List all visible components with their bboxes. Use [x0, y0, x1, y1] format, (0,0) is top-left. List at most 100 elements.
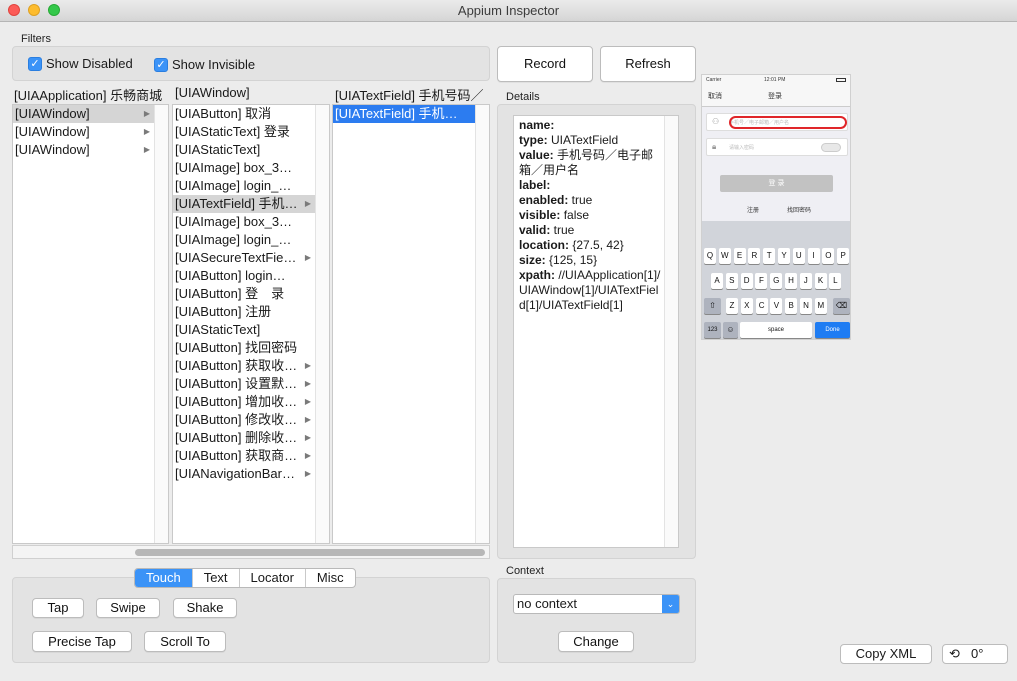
tab-touch[interactable]: Touch: [135, 569, 193, 587]
list-item[interactable]: [UIAButton] 注册: [173, 303, 329, 321]
change-context-button[interactable]: Change: [558, 631, 634, 652]
refresh-button[interactable]: Refresh: [600, 46, 696, 82]
backspace-key-icon[interactable]: ⌫: [833, 298, 850, 314]
emoji-key-icon[interactable]: ☺: [723, 322, 738, 338]
keyboard-key[interactable]: N: [800, 298, 812, 314]
scrollbar-thumb[interactable]: [135, 549, 485, 556]
phone-cancel[interactable]: 取消: [708, 91, 722, 101]
details-scrollbar[interactable]: [664, 116, 678, 547]
list-item[interactable]: [UIAStaticText]: [173, 321, 329, 339]
user-icon: ⚇: [712, 117, 720, 126]
element-column-1[interactable]: [UIAWindow] ▶ [UIAWindow] ▶ [UIAWindow] ▶: [12, 104, 169, 544]
keyboard-key[interactable]: O: [822, 248, 835, 264]
keyboard-key[interactable]: X: [740, 298, 753, 314]
list-item[interactable]: [UIAButton] 设置默… ▶: [173, 375, 329, 393]
detail-value: true: [550, 223, 575, 237]
swipe-button[interactable]: Swipe: [96, 598, 160, 618]
rotation-stepper[interactable]: ⟲ 0°: [942, 644, 1008, 664]
disclosure-arrow-icon: ▶: [143, 145, 150, 154]
keyboard-key[interactable]: U: [792, 248, 805, 264]
show-password-toggle[interactable]: [821, 143, 841, 152]
keyboard-key[interactable]: V: [770, 298, 783, 314]
list-item[interactable]: [UIATextField] 手机…: [333, 105, 476, 123]
keyboard-key[interactable]: R: [748, 248, 761, 264]
show-disabled-checkbox[interactable]: ✓ Show Disabled: [28, 56, 133, 71]
list-item[interactable]: [UIAButton] 获取商… ▶: [173, 447, 329, 465]
device-screenshot[interactable]: Carrier 12:01 PM 取消 登录 ⚇ 手机号／电子邮箱／用户名 🔒︎…: [701, 74, 851, 340]
precise-tap-button-label: Precise Tap: [48, 634, 116, 649]
phone-forgot-link[interactable]: 找回密码: [787, 205, 811, 214]
copy-xml-button[interactable]: Copy XML: [840, 644, 932, 664]
keyboard-key[interactable]: H: [785, 273, 797, 289]
list-item[interactable]: [UIAStaticText] 登录: [173, 123, 329, 141]
list-item[interactable]: [UIAButton] login…: [173, 267, 329, 285]
keyboard-key[interactable]: Z: [726, 298, 738, 314]
keyboard-key[interactable]: W: [718, 248, 731, 264]
keyboard-key[interactable]: A: [711, 273, 723, 289]
tab-locator[interactable]: Locator: [240, 569, 306, 587]
context-select[interactable]: no context ⌄: [513, 594, 680, 614]
column-scrollbar[interactable]: [315, 105, 329, 543]
detail-field: label:: [519, 178, 661, 193]
precise-tap-button[interactable]: Precise Tap: [32, 631, 132, 652]
keyboard-key[interactable]: B: [785, 298, 798, 314]
record-button[interactable]: Record: [497, 46, 593, 82]
keyboard-key[interactable]: I: [807, 248, 820, 264]
space-key[interactable]: space: [740, 322, 812, 338]
show-invisible-checkbox[interactable]: ✓ Show Invisible: [154, 57, 255, 72]
keyboard-key[interactable]: D: [740, 273, 753, 289]
keyboard-key[interactable]: K: [814, 273, 827, 289]
list-item[interactable]: [UIAWindow] ▶: [13, 123, 168, 141]
keyboard-key[interactable]: S: [725, 273, 738, 289]
keyboard-key[interactable]: C: [755, 298, 768, 314]
column-header-window: [UIAWindow]: [175, 85, 250, 100]
list-item[interactable]: [UIAButton] 登 录: [173, 285, 329, 303]
keyboard-key[interactable]: M: [814, 298, 827, 314]
keyboard-key[interactable]: P: [837, 248, 850, 264]
list-item[interactable]: [UIAButton] 获取收… ▶: [173, 357, 329, 375]
phone-password-field[interactable]: 🔒︎ 请输入密码: [706, 138, 848, 156]
numbers-key[interactable]: 123: [704, 322, 721, 338]
tap-button[interactable]: Tap: [32, 598, 84, 618]
column-scrollbar[interactable]: [154, 105, 168, 543]
list-item[interactable]: [UIAImage] login_…: [173, 177, 329, 195]
tab-misc[interactable]: Misc: [306, 569, 355, 587]
list-item-label: [UIAButton] login…: [175, 268, 286, 283]
list-item[interactable]: [UIAButton] 增加收… ▶: [173, 393, 329, 411]
keyboard-key[interactable]: Y: [778, 248, 790, 264]
list-item[interactable]: [UIAButton] 找回密码: [173, 339, 329, 357]
shift-key-icon[interactable]: ⇧: [704, 298, 721, 314]
tab-text[interactable]: Text: [193, 569, 240, 587]
phone-login-button[interactable]: 登 录: [720, 175, 833, 192]
keyboard-key[interactable]: E: [733, 248, 746, 264]
element-column-2[interactable]: [UIAButton] 取消 [UIAStaticText] 登录 [UIASt…: [172, 104, 330, 544]
list-item[interactable]: [UIAStaticText]: [173, 141, 329, 159]
done-key[interactable]: Done: [815, 322, 850, 338]
horizontal-scrollbar[interactable]: [12, 545, 490, 559]
column-scrollbar[interactable]: [475, 105, 489, 543]
list-item[interactable]: [UIAWindow] ▶: [13, 141, 168, 159]
keyboard-key[interactable]: G: [770, 273, 783, 289]
list-item[interactable]: [UIAButton] 取消: [173, 105, 329, 123]
list-item[interactable]: [UIAImage] login_…: [173, 231, 329, 249]
keyboard-key[interactable]: F: [755, 273, 768, 289]
phone-register-link[interactable]: 注册: [747, 205, 759, 214]
phone-username-field[interactable]: ⚇ 手机号／电子邮箱／用户名: [706, 113, 848, 131]
keyboard-key[interactable]: J: [799, 273, 812, 289]
details-text[interactable]: name: type: UIATextField value: 手机号码／电子邮箱／…: [513, 115, 679, 548]
list-item[interactable]: [UIANavigationBar… ▶: [173, 465, 329, 483]
keyboard-key[interactable]: T: [763, 248, 776, 264]
detail-key: label:: [519, 178, 551, 192]
scroll-to-button[interactable]: Scroll To: [144, 631, 226, 652]
list-item[interactable]: [UIATextField] 手机… ▶: [173, 195, 329, 213]
shake-button[interactable]: Shake: [173, 598, 237, 618]
list-item[interactable]: [UIAButton] 删除收… ▶: [173, 429, 329, 447]
list-item[interactable]: [UIAButton] 修改收… ▶: [173, 411, 329, 429]
keyboard-key[interactable]: Q: [704, 248, 716, 264]
list-item[interactable]: [UIAImage] box_3…: [173, 159, 329, 177]
list-item[interactable]: [UIAImage] box_3…: [173, 213, 329, 231]
list-item[interactable]: [UIAWindow] ▶: [13, 105, 168, 123]
list-item[interactable]: [UIASecureTextFie… ▶: [173, 249, 329, 267]
element-column-3[interactable]: [UIATextField] 手机…: [332, 104, 490, 544]
keyboard-key[interactable]: L: [829, 273, 842, 289]
